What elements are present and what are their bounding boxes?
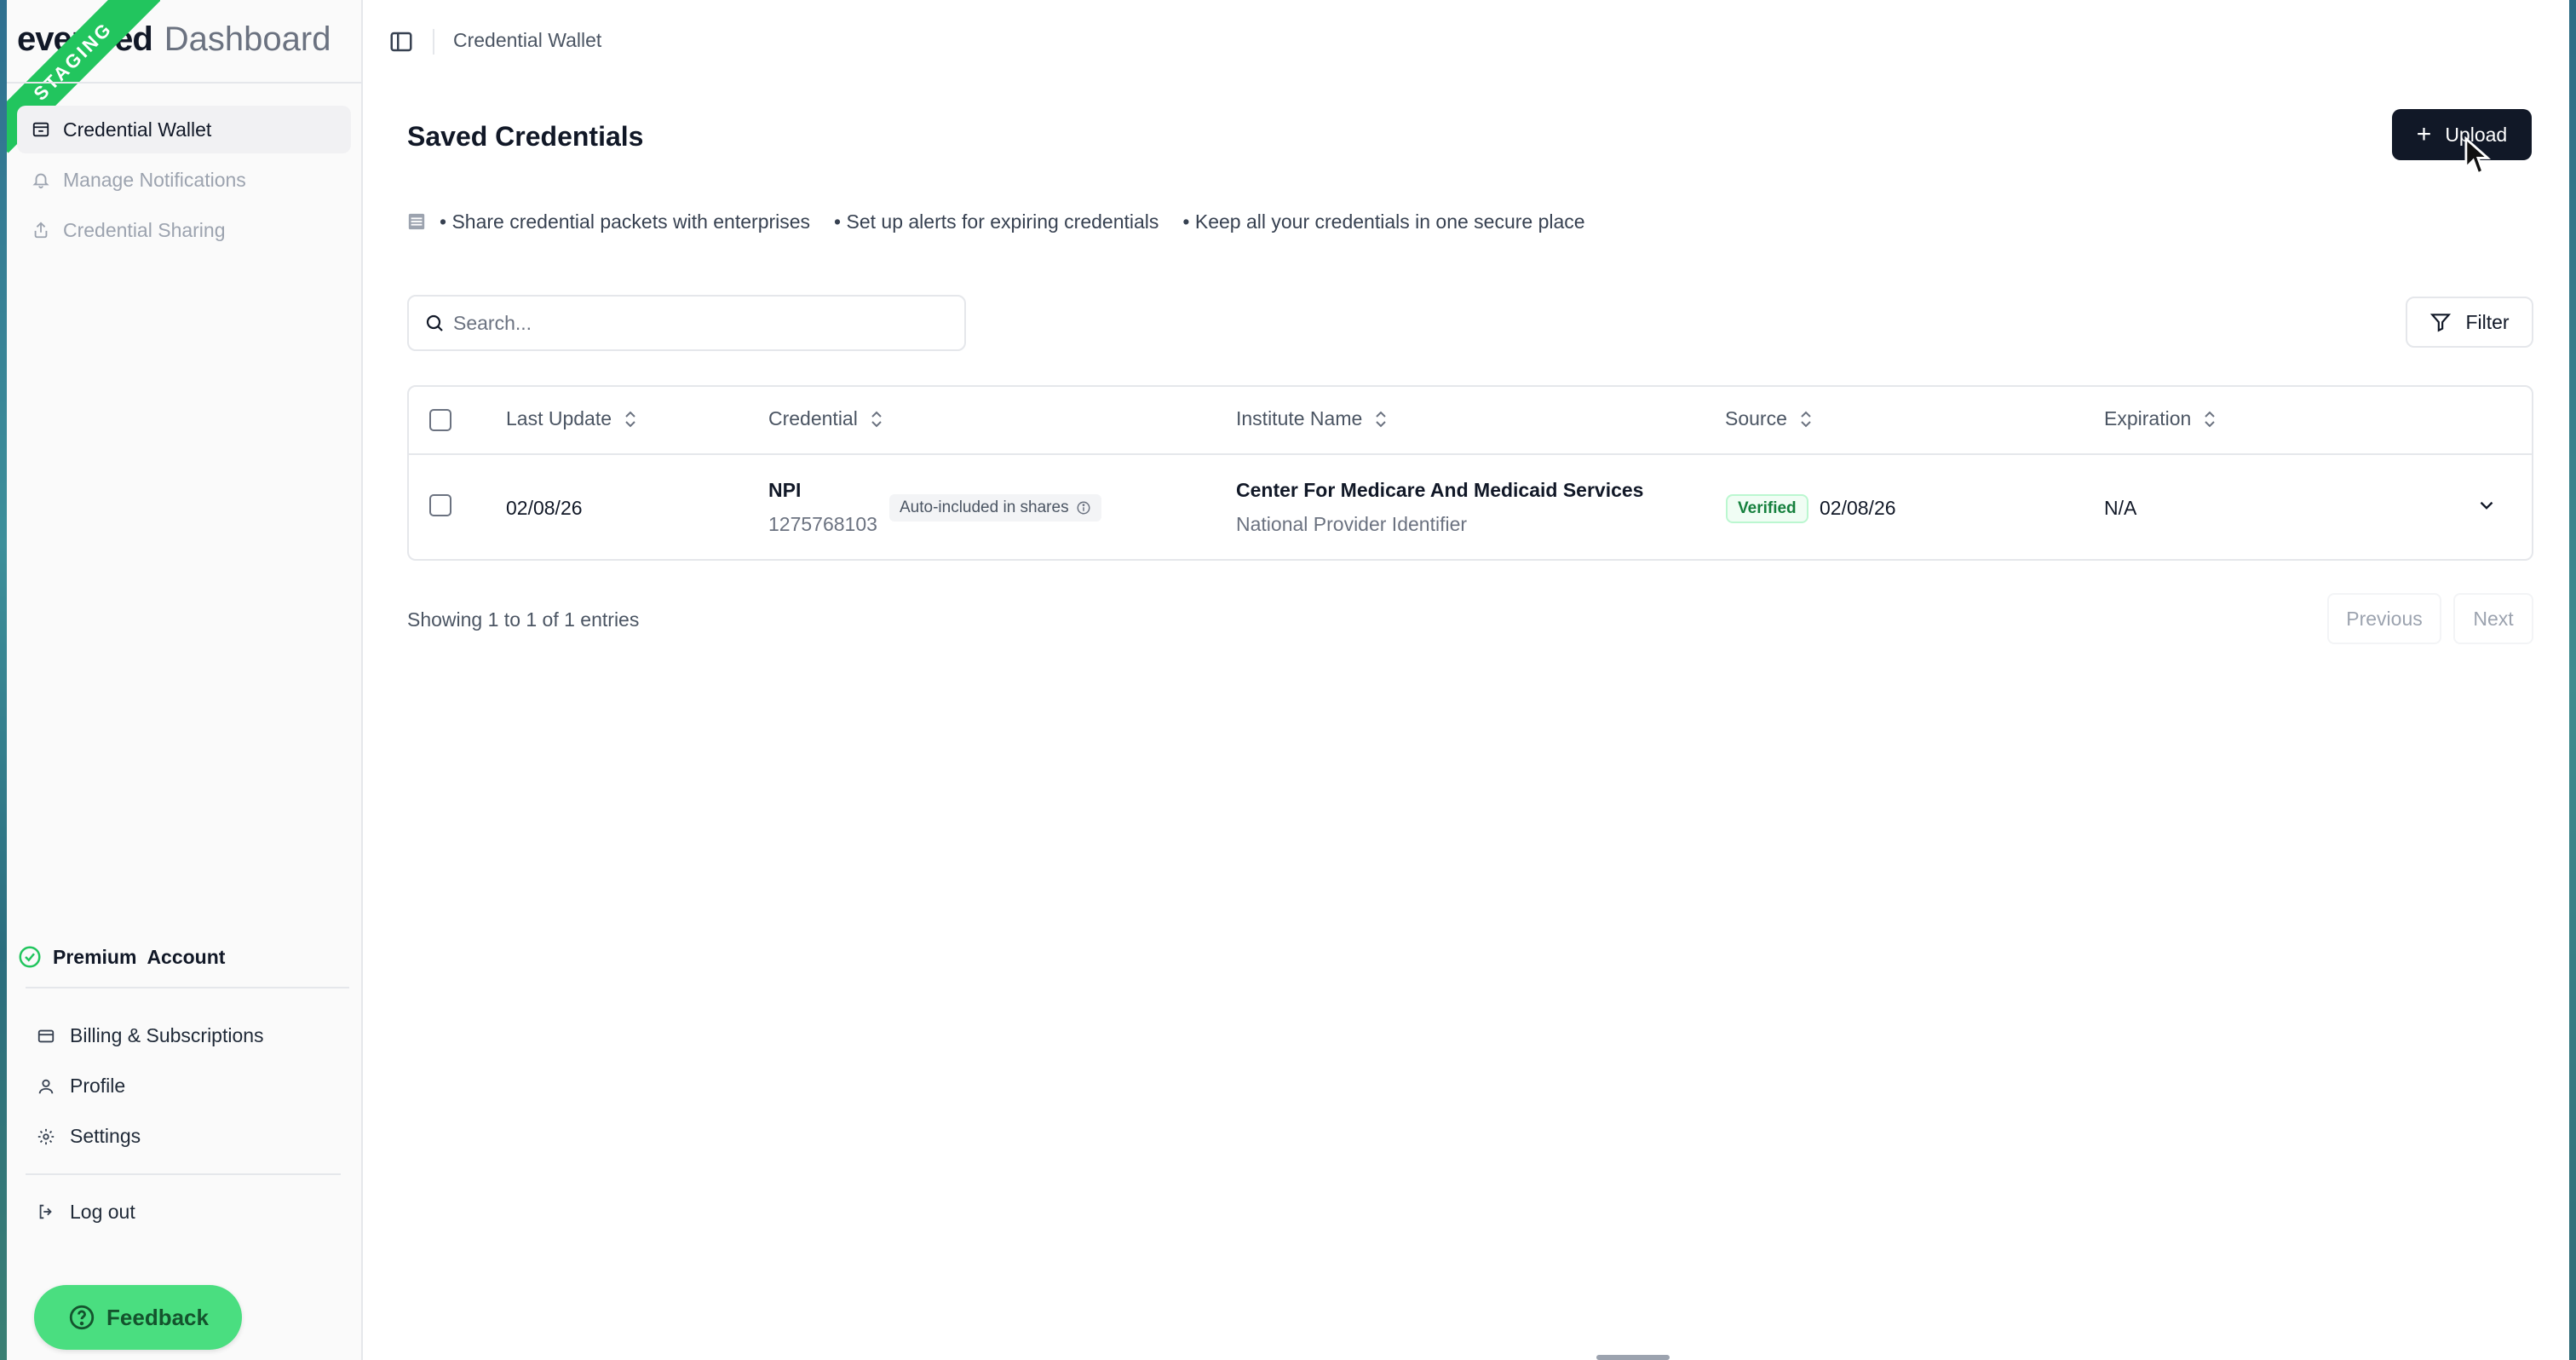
institute-subtitle: National Provider Identifier — [1236, 513, 1468, 535]
feature-item: • Keep all your credentials in one secur… — [1182, 210, 1585, 233]
column-label: Expiration — [2104, 407, 2192, 429]
topbar: Credential Wallet — [365, 0, 2569, 85]
main-content: Credential Wallet Saved Credentials + Up… — [365, 0, 2569, 1360]
info-icon[interactable] — [1076, 500, 1091, 516]
filter-button[interactable]: Filter — [2406, 297, 2533, 348]
column-expiration[interactable]: Expiration — [2104, 407, 2218, 430]
last-update-cell: 02/08/26 — [506, 497, 583, 519]
plus-icon: + — [2416, 120, 2432, 148]
next-button[interactable]: Next — [2453, 593, 2533, 644]
sidebar-item-label: Credential Wallet — [63, 118, 212, 141]
settings-label: Settings — [70, 1125, 141, 1147]
table-header: Last Update Credential Institute Name So… — [409, 387, 2532, 455]
column-label: Institute Name — [1236, 407, 1363, 429]
auto-included-label: Auto-included in shares — [900, 498, 1069, 516]
brand-subtitle: Dashboard — [164, 20, 331, 58]
auto-included-badge: Auto-included in shares — [889, 494, 1101, 522]
credentials-table: Last Update Credential Institute Name So… — [407, 385, 2533, 561]
search-input[interactable] — [453, 311, 947, 335]
select-all-checkbox[interactable] — [429, 409, 451, 431]
column-label: Source — [1725, 407, 1787, 429]
credential-name: NPI — [768, 479, 802, 501]
feedback-button[interactable]: Feedback — [34, 1285, 242, 1350]
filter-icon — [2430, 314, 2452, 332]
search-box — [407, 295, 966, 351]
account-menu: Billing & Subscriptions Profile Settings — [34, 1011, 349, 1161]
billing-label: Billing & Subscriptions — [70, 1024, 264, 1046]
premium-label: Premium — [53, 945, 137, 968]
logout-icon — [34, 1200, 58, 1224]
feature-item: • Share credential packets with enterpri… — [440, 210, 811, 233]
sort-icon — [2205, 411, 2215, 427]
upload-button[interactable]: + Upload — [2392, 109, 2532, 160]
sidebar-item-billing[interactable]: Billing & Subscriptions — [34, 1011, 349, 1061]
sort-icon — [1376, 411, 1387, 427]
row-checkbox[interactable] — [429, 494, 451, 516]
institute-name: Center For Medicare And Medicaid Service… — [1236, 479, 1644, 501]
sidebar-item-label: Manage Notifications — [63, 168, 246, 191]
logout-button[interactable]: Log out — [34, 1186, 135, 1237]
sidebar-item-credential-sharing[interactable]: Credential Sharing — [17, 206, 351, 254]
sidebar-divider — [7, 82, 363, 84]
sidebar-toggle-icon[interactable] — [388, 29, 414, 55]
gear-icon — [34, 1125, 58, 1149]
user-icon — [34, 1075, 58, 1098]
sidebar-separator — [26, 1173, 341, 1175]
chevron-down-icon[interactable] — [2475, 494, 2498, 516]
scroll-indicator[interactable] — [1596, 1355, 1670, 1360]
column-institute-name[interactable]: Institute Name — [1236, 407, 1389, 430]
sidebar-separator — [26, 987, 349, 988]
column-source[interactable]: Source — [1725, 407, 1814, 430]
sort-icon — [1801, 411, 1811, 427]
column-label: Credential — [768, 407, 858, 429]
sidebar-item-manage-notifications[interactable]: Manage Notifications — [17, 156, 351, 204]
sort-icon — [625, 411, 635, 427]
previous-button[interactable]: Previous — [2327, 593, 2441, 644]
topbar-divider — [433, 29, 434, 55]
sidebar-nav: Credential Wallet Manage Notifications C… — [17, 106, 351, 256]
page-title: Saved Credentials — [407, 121, 644, 152]
window-frame-left — [0, 0, 7, 1360]
share-icon — [29, 218, 53, 242]
premium-account-label: Account — [147, 945, 226, 968]
mouse-cursor-icon — [2464, 136, 2492, 176]
check-circle-icon — [19, 946, 41, 968]
credential-number: 1275768103 — [768, 513, 877, 535]
logout-label: Log out — [70, 1200, 135, 1223]
feature-item: • Set up alerts for expiring credentials — [834, 210, 1159, 233]
archive-icon — [408, 213, 425, 230]
sidebar-item-label: Credential Sharing — [63, 218, 226, 241]
credit-card-icon — [34, 1024, 58, 1048]
sidebar-item-credential-wallet[interactable]: Credential Wallet — [17, 106, 351, 153]
breadcrumb: Credential Wallet — [453, 29, 602, 51]
bell-icon — [29, 168, 53, 192]
window-frame-right — [2569, 0, 2576, 1360]
expiration-cell: N/A — [2104, 497, 2137, 519]
sidebar-item-settings[interactable]: Settings — [34, 1111, 349, 1161]
feedback-label: Feedback — [106, 1304, 209, 1330]
filter-label: Filter — [2465, 310, 2510, 333]
column-credential[interactable]: Credential — [768, 407, 885, 430]
column-last-update[interactable]: Last Update — [506, 407, 639, 430]
profile-label: Profile — [70, 1075, 126, 1097]
wallet-icon — [29, 118, 53, 141]
feature-list: • Share credential packets with enterpri… — [407, 208, 1609, 235]
pagination-summary: Showing 1 to 1 of 1 entries — [407, 608, 640, 631]
source-date: 02/08/26 — [1820, 497, 1896, 519]
column-label: Last Update — [506, 407, 612, 429]
sort-icon — [871, 411, 882, 427]
search-icon — [426, 314, 443, 331]
help-circle-icon — [69, 1305, 95, 1330]
verified-badge: Verified — [1726, 494, 1808, 523]
premium-account-status: Premium Account — [17, 944, 225, 970]
table-row[interactable]: 02/08/26 NPI 1275768103 Auto-included in… — [409, 457, 2532, 561]
sidebar-item-profile[interactable]: Profile — [34, 1061, 349, 1111]
